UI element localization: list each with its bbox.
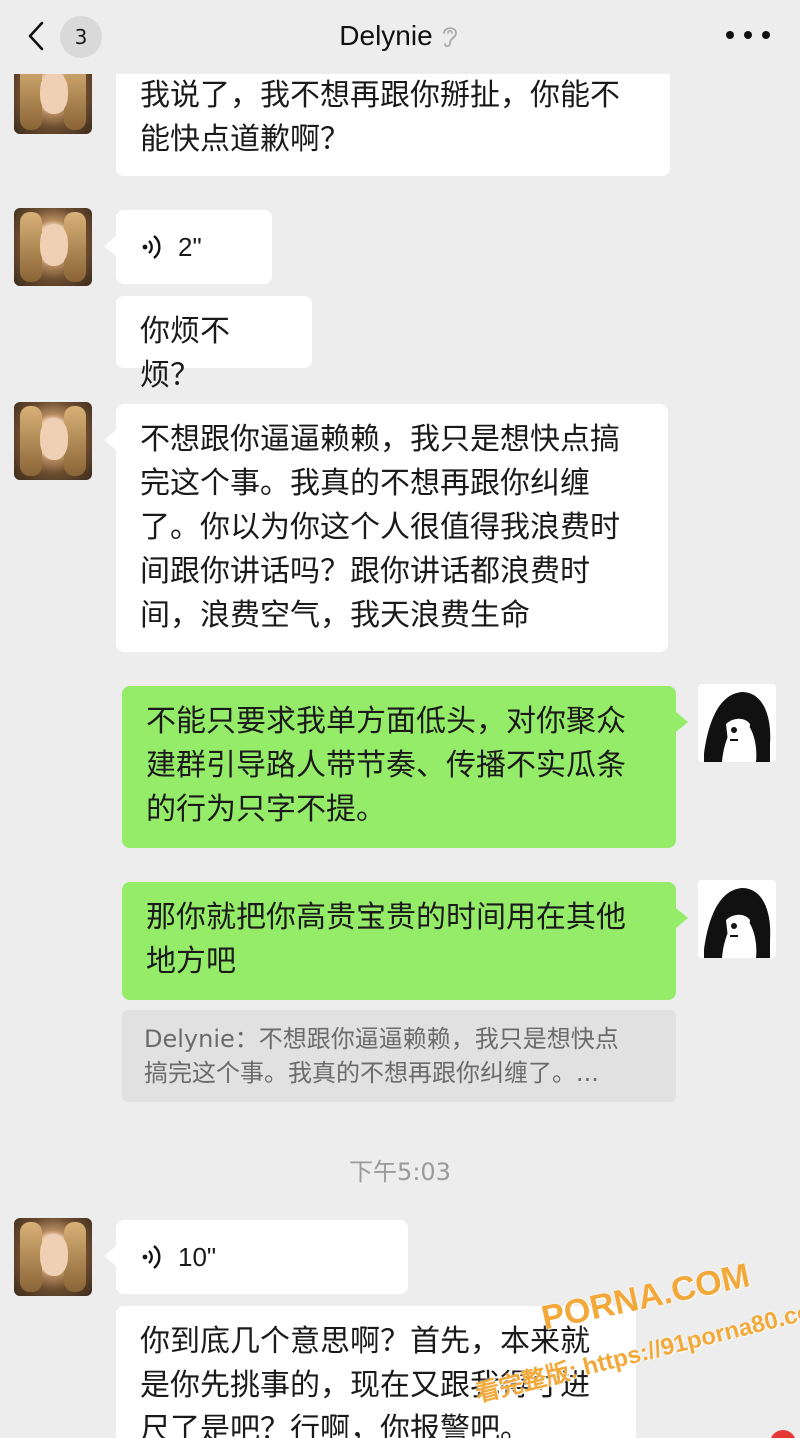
- contact-avatar[interactable]: [14, 1218, 92, 1296]
- avatar-sketch-image: [704, 692, 771, 762]
- message-text-line: 不想跟你逼逼赖赖，我只是想快点搞: [140, 422, 620, 457]
- chevron-left-icon: [28, 21, 44, 51]
- voice-message-incoming[interactable]: 2": [104, 210, 272, 284]
- message-text-line: 了。你以为你这个人很值得我浪费时: [140, 510, 620, 545]
- message-text-line: 间，浪费空气，我天浪费生命: [140, 598, 530, 633]
- chat-title-area: Delynie: [200, 16, 600, 56]
- avatar-sketch-image: [704, 888, 771, 958]
- ear-icon: [442, 27, 457, 48]
- message-text-line: 间跟你讲话吗？跟你讲话都浪费时: [140, 554, 590, 589]
- quote-text-line: Delynie：不想跟你逼逼赖赖，我只是想快点: [144, 1025, 619, 1053]
- back-button[interactable]: 3: [14, 14, 104, 58]
- message-text-line: 的行为只字不提。: [146, 792, 386, 827]
- message-text-line: 建群引导路人带节奏、传播不实瓜条: [146, 748, 626, 783]
- message-bubble-outgoing[interactable]: 那你就把你高贵宝贵的时间用在其他 地方吧: [122, 882, 688, 1000]
- more-dots-icon: [762, 31, 770, 39]
- voice-waves-icon: [142, 1245, 161, 1269]
- message-text-line: 我说了，我不想再跟你掰扯，你能不: [140, 78, 620, 113]
- message-text-line: 尺了是吧？行啊，你报警吧。: [140, 1412, 530, 1438]
- voice-duration: 10": [178, 1242, 217, 1272]
- message-text: 你烦不烦？: [140, 314, 230, 393]
- message-timestamp: 下午5:03: [349, 1158, 451, 1186]
- notification-dot: [770, 1430, 796, 1438]
- more-options-button[interactable]: [726, 20, 770, 50]
- chat-header: 3 Delynie: [0, 0, 800, 74]
- message-text-line: 不能只要求我单方面低头，对你聚众: [146, 704, 626, 739]
- voice-message-incoming[interactable]: 10": [104, 1220, 408, 1294]
- message-text-line: 那你就把你高贵宝贵的时间用在其他: [146, 900, 626, 935]
- contact-avatar[interactable]: [14, 402, 92, 480]
- contact-avatar[interactable]: [14, 208, 92, 286]
- more-dots-icon: [744, 31, 752, 39]
- message-text-line: 地方吧: [146, 944, 236, 979]
- message-bubble-incoming[interactable]: 不想跟你逼逼赖赖，我只是想快点搞 完这个事。我真的不想再跟你纠缠 了。你以为你这…: [104, 404, 668, 652]
- message-bubble-incoming[interactable]: 我说了，我不想再跟你掰扯，你能不 能快点道歉啊？: [116, 64, 670, 176]
- message-text-line: 能快点道歉啊？: [140, 122, 350, 157]
- message-bubble-outgoing[interactable]: 不能只要求我单方面低头，对你聚众 建群引导路人带节奏、传播不实瓜条 的行为只字不…: [122, 686, 688, 848]
- quote-text-line: 搞完这个事。我真的不想再跟你纠缠了。...: [144, 1059, 599, 1087]
- message-bubble-incoming[interactable]: 你烦不烦？: [116, 296, 312, 393]
- chat-title: Delynie: [339, 20, 433, 51]
- unread-count-badge: 3: [60, 16, 102, 58]
- voice-duration: 2": [178, 232, 202, 262]
- my-avatar[interactable]: [698, 880, 776, 958]
- voice-waves-icon: [142, 235, 161, 259]
- message-text-line: 完这个事。我真的不想再跟你纠缠: [140, 466, 590, 501]
- my-avatar[interactable]: [698, 684, 776, 762]
- more-dots-icon: [726, 31, 734, 39]
- quoted-message[interactable]: Delynie：不想跟你逼逼赖赖，我只是想快点 搞完这个事。我真的不想再跟你纠缠…: [122, 1010, 676, 1102]
